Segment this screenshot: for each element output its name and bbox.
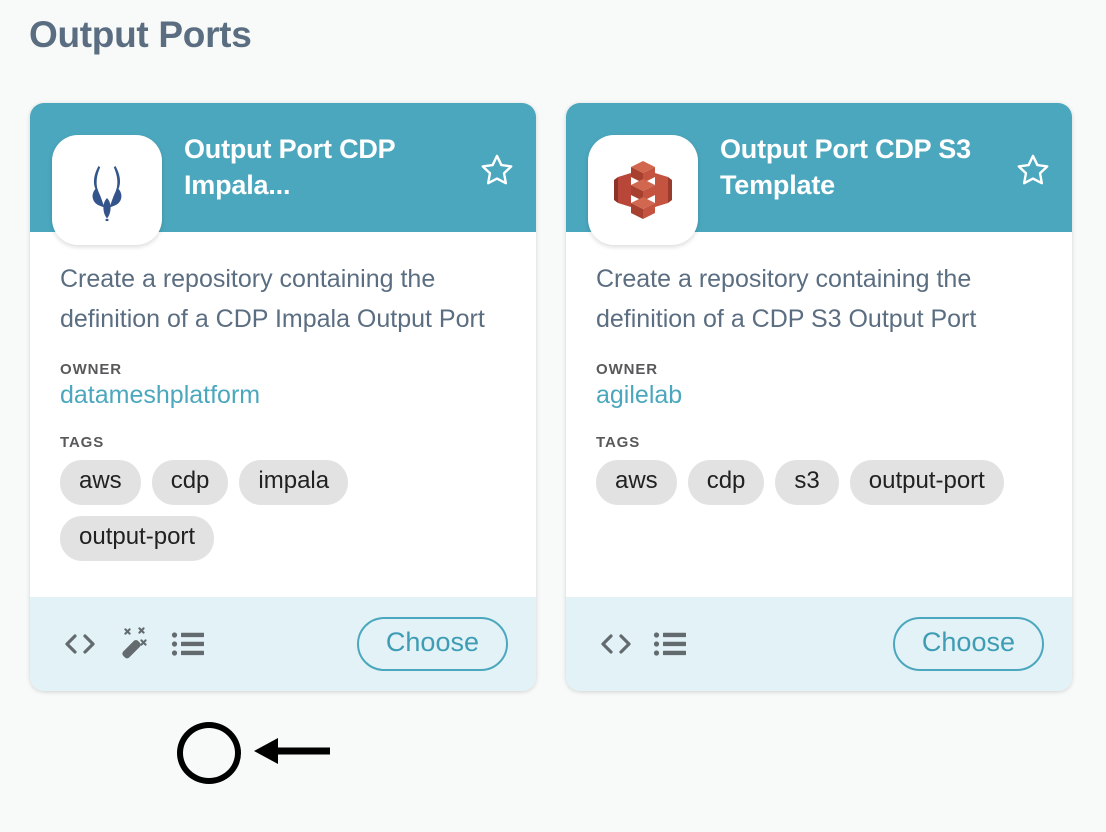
impala-logo	[52, 135, 162, 245]
list-icon[interactable]	[170, 629, 206, 659]
list-icon[interactable]	[652, 629, 688, 659]
pointer-arrow-annotation	[252, 736, 332, 771]
favorite-star-button[interactable]	[1012, 148, 1054, 188]
tag-chip[interactable]: cdp	[688, 460, 765, 505]
tag-chip[interactable]: aws	[596, 460, 677, 505]
tag-chip[interactable]: aws	[60, 460, 141, 505]
output-ports-card-grid: Output Port CDP Impala... Create a repos…	[30, 103, 1072, 691]
card-title: Output Port CDP Impala...	[184, 132, 476, 203]
card-footer: Choose	[566, 597, 1072, 691]
card-header: Output Port CDP S3 Template	[566, 103, 1072, 232]
code-icon[interactable]	[60, 630, 100, 658]
card-footer: Choose	[30, 597, 536, 691]
card-title: Output Port CDP S3 Template	[720, 132, 1012, 203]
footer-icon-group	[596, 629, 688, 659]
card-description: Create a repository containing the defin…	[596, 259, 1042, 339]
page-title: Output Ports	[29, 14, 251, 56]
tag-chip[interactable]: output-port	[850, 460, 1004, 505]
output-port-card[interactable]: Output Port CDP S3 Template Create a rep…	[566, 103, 1072, 691]
card-header: Output Port CDP Impala...	[30, 103, 536, 232]
code-icon[interactable]	[596, 630, 636, 658]
tag-list: aws cdp impala output-port	[60, 460, 506, 561]
tag-chip[interactable]: output-port	[60, 516, 214, 561]
choose-button[interactable]: Choose	[893, 617, 1044, 672]
star-outline-icon	[1015, 152, 1051, 188]
output-port-card[interactable]: Output Port CDP Impala... Create a repos…	[30, 103, 536, 691]
tag-chip[interactable]: impala	[239, 460, 348, 505]
owner-label: OWNER	[596, 361, 1042, 378]
aws-s3-logo	[588, 135, 698, 245]
owner-label: OWNER	[60, 361, 506, 378]
card-body: Create a repository containing the defin…	[30, 232, 536, 561]
highlight-circle-annotation	[177, 722, 241, 784]
star-outline-icon	[479, 152, 515, 188]
owner-value[interactable]: agilelab	[596, 381, 1042, 410]
tags-label: TAGS	[60, 434, 506, 451]
footer-icon-group	[60, 625, 206, 663]
magic-wand-icon[interactable]	[116, 625, 154, 663]
tag-list: aws cdp s3 output-port	[596, 460, 1042, 505]
favorite-star-button[interactable]	[476, 148, 518, 188]
owner-value[interactable]: datameshplatform	[60, 381, 506, 410]
choose-button[interactable]: Choose	[357, 617, 508, 672]
card-body: Create a repository containing the defin…	[566, 232, 1072, 561]
tag-chip[interactable]: cdp	[152, 460, 229, 505]
tags-label: TAGS	[596, 434, 1042, 451]
tag-chip[interactable]: s3	[775, 460, 838, 505]
card-description: Create a repository containing the defin…	[60, 259, 506, 339]
